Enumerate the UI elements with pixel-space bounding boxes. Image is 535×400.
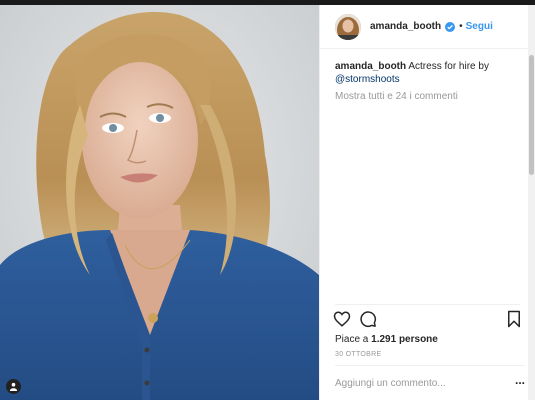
comment-input[interactable]: [335, 378, 495, 389]
view-all-comments-link[interactable]: Mostra tutti e 24 i commenti: [335, 91, 458, 102]
add-comment-form: ...: [335, 373, 525, 391]
bookmark-icon[interactable]: [505, 310, 523, 328]
user-tag-icon[interactable]: [6, 379, 21, 394]
verified-badge-icon: [445, 21, 456, 32]
post-caption: amanda_booth Actress for hire by @storms…: [335, 60, 520, 86]
caption-username[interactable]: amanda_booth: [335, 61, 406, 72]
follow-button[interactable]: Segui: [466, 21, 493, 32]
more-options-button[interactable]: ...: [515, 373, 525, 387]
caption-mention-link[interactable]: @stormshoots: [335, 74, 400, 85]
post-actions: [333, 310, 523, 330]
actions-divider: [335, 304, 520, 305]
post-date[interactable]: 30 OTTOBRE: [335, 351, 381, 358]
likes-number: 1.291: [371, 334, 397, 345]
header-separator: •: [459, 21, 463, 32]
portrait-image: [0, 5, 319, 400]
heart-icon[interactable]: [333, 310, 351, 328]
post-photo[interactable]: [0, 5, 319, 400]
likes-suffix: persone: [396, 334, 438, 345]
likes-count[interactable]: Piace a 1.291 persone: [335, 334, 438, 345]
comment-divider: [335, 365, 525, 366]
post-side-panel: amanda_booth • Segui amanda_booth Actres…: [319, 5, 529, 400]
header-username[interactable]: amanda_booth: [370, 21, 441, 32]
caption-text: Actress for hire by: [408, 61, 489, 72]
avatar[interactable]: [335, 13, 361, 40]
post-header: amanda_booth • Segui: [320, 5, 529, 49]
likes-prefix: Piace a: [335, 334, 372, 345]
comment-bubble-icon[interactable]: [359, 310, 377, 328]
scrollbar-thumb[interactable]: [529, 55, 534, 175]
scrollbar[interactable]: [528, 5, 535, 400]
